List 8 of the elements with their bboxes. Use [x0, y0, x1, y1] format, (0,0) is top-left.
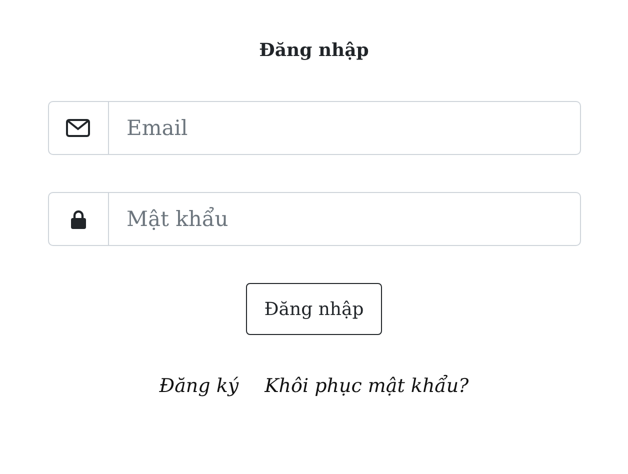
link[interactable]: Đăng ký	[159, 375, 239, 397]
envelope-icon	[66, 119, 90, 137]
lock-icon	[70, 210, 86, 228]
login-title: Đăng nhập	[259, 40, 369, 61]
link[interactable]: Khôi phục mật khẩu?	[264, 375, 469, 397]
password-field[interactable]: Mật khẩu	[108, 192, 580, 246]
login-button[interactable]: Đăng nhập	[246, 283, 382, 335]
email-field[interactable]: Email	[108, 101, 580, 155]
